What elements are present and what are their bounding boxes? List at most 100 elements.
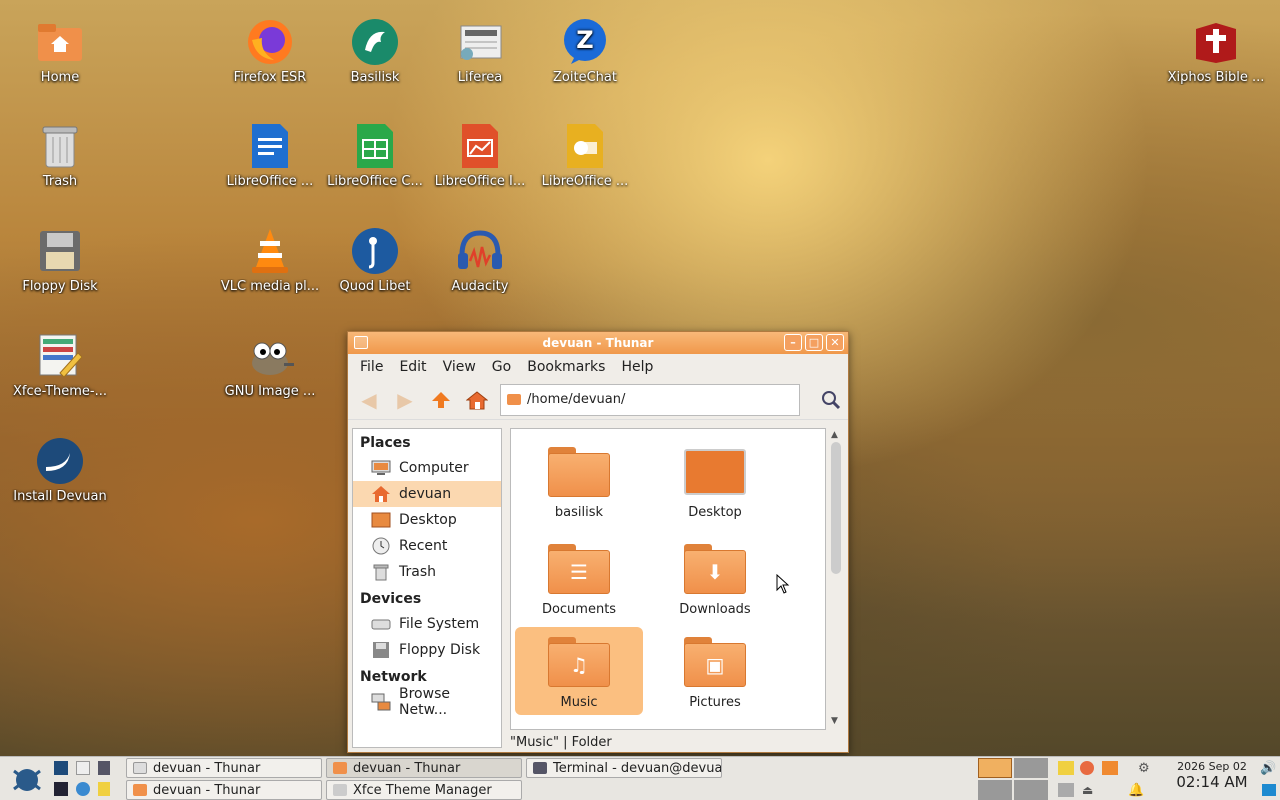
- desktop-icon-home[interactable]: Home: [10, 18, 110, 85]
- sidebar-item-devuan[interactable]: devuan: [353, 481, 501, 507]
- desktop-icon-basilisk[interactable]: Basilisk: [325, 18, 425, 85]
- desktop-icon-libreoffice-impress[interactable]: LibreOffice I...: [430, 122, 530, 189]
- scroll-down-icon[interactable]: ▼: [831, 716, 838, 726]
- forward-arrow-icon[interactable]: ▶: [392, 387, 418, 413]
- file-item-desktop[interactable]: Desktop: [651, 437, 779, 525]
- whisker-menu-icon[interactable]: [10, 765, 44, 799]
- rss-icon[interactable]: [1102, 761, 1118, 775]
- desktop-icon-firefox[interactable]: Firefox ESR: [220, 18, 320, 85]
- file-item-pictures[interactable]: ▣ Pictures: [651, 627, 779, 715]
- launcher-editor-icon[interactable]: [98, 782, 110, 796]
- task-button-thunar-active[interactable]: devuan - Thunar: [326, 758, 522, 778]
- desktop-icon-libreoffice-draw[interactable]: LibreOffice ...: [535, 122, 635, 189]
- taskbar-panel: devuan - Thunar devuan - Thunar Terminal…: [0, 756, 1280, 800]
- sidebar-item-browse-network[interactable]: Browse Netw...: [353, 686, 501, 718]
- notes-icon[interactable]: [1058, 761, 1074, 775]
- scroll-up-icon[interactable]: ▲: [831, 430, 838, 440]
- menu-bookmarks[interactable]: Bookmarks: [519, 359, 613, 375]
- folder-app-icon: [354, 336, 368, 349]
- clock-date: 2026 Sep 02: [1177, 760, 1247, 773]
- menu-view[interactable]: View: [435, 359, 484, 375]
- desktop-icon-label: ZoiteChat: [553, 70, 617, 85]
- close-button[interactable]: ✕: [826, 334, 844, 351]
- sidebar-item-filesystem[interactable]: File System: [353, 611, 501, 637]
- desktop-icon-floppy[interactable]: Floppy Disk: [10, 227, 110, 294]
- chip-icon[interactable]: ⚙: [1138, 761, 1150, 776]
- scroll-thumb[interactable]: [831, 442, 841, 574]
- desktop-icon-label: Basilisk: [350, 70, 400, 85]
- file-item-basilisk[interactable]: basilisk: [515, 437, 643, 525]
- quodlibet-icon: [351, 227, 399, 275]
- file-item-downloads[interactable]: ⬇ Downloads: [651, 534, 779, 622]
- launcher-browser-icon[interactable]: [76, 782, 90, 796]
- mouse-cursor-icon: [776, 574, 790, 594]
- network-tray-icon[interactable]: [1058, 783, 1074, 797]
- status-bar: "Music" | Folder: [510, 734, 612, 750]
- sidebar-item-desktop[interactable]: Desktop: [353, 507, 501, 533]
- task-button-theme-manager[interactable]: Xfce Theme Manager: [326, 780, 522, 800]
- show-desktop-icon[interactable]: [1262, 784, 1276, 796]
- back-arrow-icon[interactable]: ◀: [356, 387, 382, 413]
- task-button-terminal[interactable]: Terminal - devuan@devua...: [526, 758, 722, 778]
- sidebar-item-computer[interactable]: Computer: [353, 455, 501, 481]
- file-item-documents[interactable]: ☰ Documents: [515, 534, 643, 622]
- launcher-console-icon[interactable]: [54, 782, 68, 796]
- clock[interactable]: 2026 Sep 02 02:14 AM: [1166, 760, 1258, 791]
- desktop-icon-gimp[interactable]: GNU Image ...: [220, 332, 320, 399]
- desktop-icon-label: Quod Libet: [339, 279, 411, 294]
- desktop-icon-install-devuan[interactable]: Install Devuan: [10, 437, 110, 504]
- desktop-icon-label: Floppy Disk: [22, 279, 98, 294]
- desktop-icon-zoitechat[interactable]: Z ZoiteChat: [535, 18, 635, 85]
- desktop-icon-label: GNU Image ...: [224, 384, 316, 399]
- menu-file[interactable]: File: [352, 359, 391, 375]
- window-titlebar[interactable]: devuan - Thunar – □ ✕: [348, 332, 848, 354]
- desktop-icon-xfce-theme[interactable]: Xfce-Theme-...: [10, 332, 110, 399]
- desktop-icon-liferea[interactable]: Liferea: [430, 18, 530, 85]
- vertical-scrollbar[interactable]: ▲ ▼: [828, 428, 844, 730]
- minimize-button[interactable]: –: [784, 334, 802, 351]
- desktop-icon-xiphos[interactable]: Xiphos Bible ...: [1166, 18, 1266, 85]
- eject-icon[interactable]: ⏏: [1082, 783, 1093, 797]
- workspace-1[interactable]: [978, 758, 1012, 778]
- up-arrow-icon[interactable]: [428, 387, 454, 413]
- sidebar-item-floppy[interactable]: Floppy Disk: [353, 637, 501, 663]
- desktop-icon-trash[interactable]: Trash: [10, 122, 110, 189]
- sidebar-item-trash[interactable]: Trash: [353, 559, 501, 585]
- launcher-calculator-icon[interactable]: [98, 761, 110, 775]
- maximize-button[interactable]: □: [805, 334, 823, 351]
- home-icon[interactable]: [464, 387, 490, 413]
- workspace-2[interactable]: [1014, 758, 1048, 778]
- search-icon[interactable]: [818, 387, 844, 413]
- network-icon: [371, 693, 391, 711]
- svg-text:Z: Z: [576, 26, 593, 54]
- desktop-icon-quodlibet[interactable]: Quod Libet: [325, 227, 425, 294]
- desktop-icon-libreoffice-writer[interactable]: LibreOffice ...: [220, 122, 320, 189]
- launcher-terminal-icon[interactable]: [54, 761, 68, 775]
- volume-icon[interactable]: 🔊: [1260, 761, 1276, 776]
- location-bar[interactable]: /home/devuan/: [500, 383, 800, 416]
- menu-help[interactable]: Help: [613, 359, 661, 375]
- theme-manager-icon: [333, 784, 347, 796]
- desktop-icon-vlc[interactable]: VLC media pl...: [220, 227, 320, 294]
- clock-icon: [371, 537, 391, 555]
- sidebar-item-recent[interactable]: Recent: [353, 533, 501, 559]
- desktop-icon-audacity[interactable]: Audacity: [430, 227, 530, 294]
- notification-bell-icon[interactable]: 🔔: [1128, 783, 1144, 798]
- task-button-thunar-2[interactable]: devuan - Thunar: [126, 780, 322, 800]
- workspace-4[interactable]: [1014, 780, 1048, 800]
- workspace-3[interactable]: [978, 780, 1012, 800]
- desktop-icon-libreoffice-calc[interactable]: LibreOffice C...: [325, 122, 425, 189]
- zoitechat-icon: Z: [561, 18, 609, 66]
- updates-icon[interactable]: [1080, 761, 1094, 775]
- firefox-icon: [246, 18, 294, 66]
- home-icon: [371, 485, 391, 503]
- libreoffice-writer-icon: [246, 122, 294, 170]
- desktop-folder-icon: [684, 449, 746, 495]
- file-item-music[interactable]: ♫ Music: [515, 627, 643, 715]
- menu-edit[interactable]: Edit: [391, 359, 434, 375]
- launcher-files-icon[interactable]: [76, 761, 90, 775]
- floppy-disk-icon: [371, 641, 391, 659]
- location-path: /home/devuan/: [527, 392, 626, 407]
- menu-go[interactable]: Go: [484, 359, 519, 375]
- task-button-thunar[interactable]: devuan - Thunar: [126, 758, 322, 778]
